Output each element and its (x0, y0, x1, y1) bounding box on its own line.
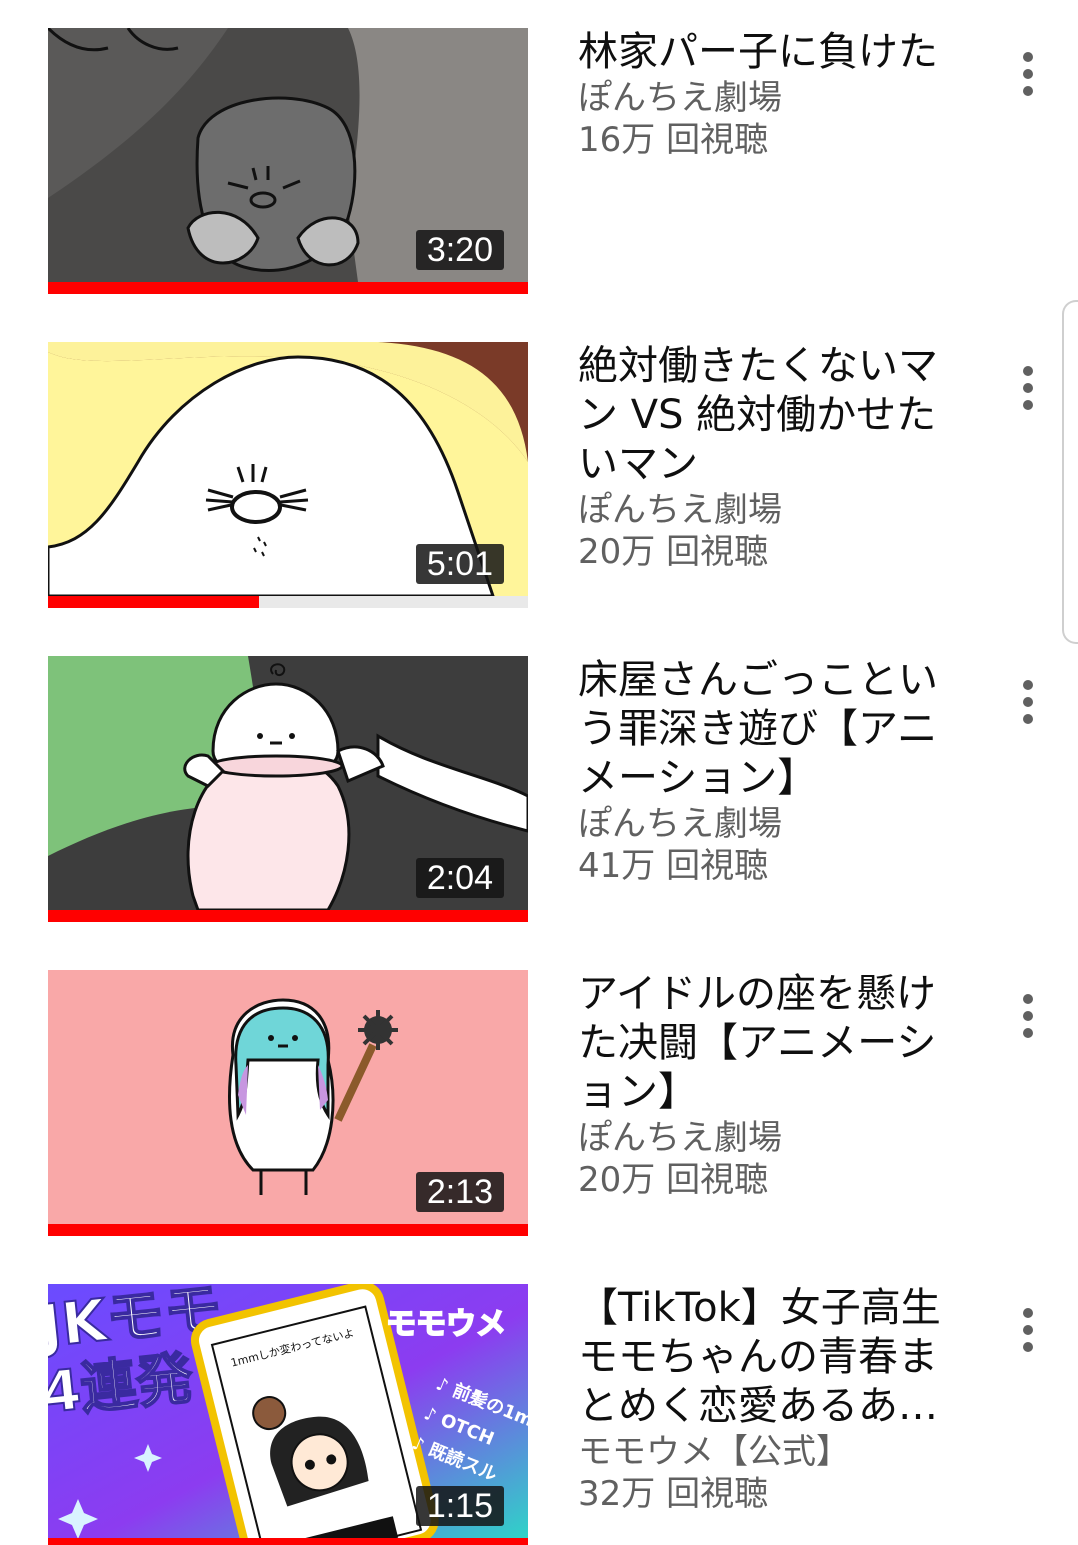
watch-progress-bar (48, 910, 528, 922)
watch-progress-bar (48, 1224, 528, 1236)
channel-name: ぽんちえ劇場 (578, 490, 782, 530)
video-title[interactable]: 床屋さんごっこという罪深き遊び【アニメーション】 (578, 656, 948, 803)
video-item[interactable]: 5:01 絶対働きたくないマン VS 絶対働かせたいマン ぽんちえ劇場 20万 … (0, 314, 1078, 628)
video-thumbnail[interactable]: 5:01 (48, 342, 528, 608)
video-item[interactable]: 2:04 床屋さんごっこという罪深き遊び【アニメーション】 ぽんちえ劇場 41万… (0, 628, 1078, 942)
duration-badge: 3:20 (415, 230, 504, 270)
view-count: 20万 回視聴 (578, 1160, 769, 1200)
video-item[interactable]: JKモモ 4連発 1mmしか変わってないよ モモウメ ♪ 前髪の1mm ♪ OT… (0, 1256, 1078, 1545)
kebab-vertical-icon[interactable] (1008, 1304, 1048, 1352)
video-list: 3:20 林家パー子に負けた ぽんちえ劇場 16万 回視聴 5:01 絶対働きた… (0, 0, 1078, 1545)
duration-badge: 5:01 (415, 544, 504, 584)
video-title[interactable]: 林家パー子に負けた (578, 28, 948, 77)
duration-badge: 1:15 (415, 1486, 504, 1526)
watch-progress-fill (48, 910, 528, 922)
kebab-vertical-icon[interactable] (1008, 990, 1048, 1038)
video-meta[interactable]: 林家パー子に負けた ぽんちえ劇場 16万 回視聴 (578, 28, 948, 161)
video-title[interactable]: 絶対働きたくないマン VS 絶対働かせたいマン (578, 342, 948, 489)
video-title[interactable]: 【TikTok】女子高生モモちゃんの青春まとめく恋愛あるあ… (578, 1284, 948, 1431)
watch-progress-bar (48, 1538, 528, 1545)
video-thumbnail[interactable]: 2:04 (48, 656, 528, 922)
watch-progress-bar (48, 282, 528, 294)
duration-badge: 2:04 (415, 858, 504, 898)
video-meta[interactable]: 絶対働きたくないマン VS 絶対働かせたいマン ぽんちえ劇場 20万 回視聴 (578, 342, 948, 573)
watch-progress-fill (48, 596, 260, 608)
channel-name: ぽんちえ劇場 (578, 1118, 782, 1158)
watch-progress-fill (48, 1538, 528, 1545)
scrollbar-handle[interactable] (1062, 300, 1078, 644)
video-meta[interactable]: 床屋さんごっこという罪深き遊び【アニメーション】 ぽんちえ劇場 41万 回視聴 (578, 656, 948, 887)
watch-progress-fill (48, 1224, 528, 1236)
video-item[interactable]: 3:20 林家パー子に負けた ぽんちえ劇場 16万 回視聴 (0, 0, 1078, 314)
video-thumbnail[interactable]: 3:20 (48, 28, 528, 294)
duration-badge: 2:13 (415, 1172, 504, 1212)
channel-name: ぽんちえ劇場 (578, 804, 782, 844)
view-count: 32万 回視聴 (578, 1474, 769, 1514)
video-title[interactable]: アイドルの座を懸けた决闘【アニメーション】 (578, 970, 948, 1117)
video-item[interactable]: 2:13 アイドルの座を懸けた决闘【アニメーション】 ぽんちえ劇場 20万 回視… (0, 942, 1078, 1256)
momoume-logo: モモウメ (386, 1307, 506, 1342)
video-thumbnail[interactable]: JKモモ 4連発 1mmしか変わってないよ モモウメ ♪ 前髪の1mm ♪ OT… (48, 1284, 528, 1545)
view-count: 41万 回視聴 (578, 846, 769, 886)
channel-name: モモウメ【公式】 (578, 1432, 850, 1472)
video-meta[interactable]: 【TikTok】女子高生モモちゃんの青春まとめく恋愛あるあ… モモウメ【公式】 … (578, 1284, 948, 1515)
view-count: 16万 回視聴 (578, 120, 769, 160)
kebab-vertical-icon[interactable] (1008, 362, 1048, 410)
view-count: 20万 回視聴 (578, 532, 769, 572)
kebab-vertical-icon[interactable] (1008, 676, 1048, 724)
kebab-vertical-icon[interactable] (1008, 48, 1048, 96)
watch-progress-fill (48, 282, 528, 294)
video-thumbnail[interactable]: 2:13 (48, 970, 528, 1236)
video-meta[interactable]: アイドルの座を懸けた决闘【アニメーション】 ぽんちえ劇場 20万 回視聴 (578, 970, 948, 1201)
watch-progress-bar (48, 596, 528, 608)
channel-name: ぽんちえ劇場 (578, 78, 782, 118)
